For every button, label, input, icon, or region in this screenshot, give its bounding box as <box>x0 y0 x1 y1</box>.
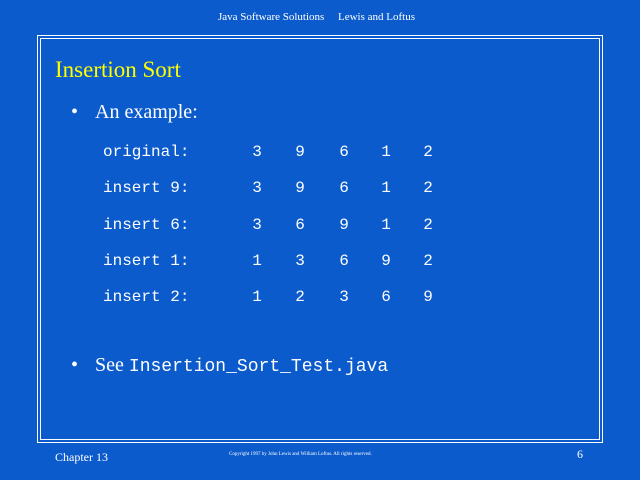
example-value: 6 <box>339 143 349 161</box>
slide-title: Insertion Sort <box>55 57 181 82</box>
bullet-item-example: • An example: <box>71 101 198 124</box>
example-row: insert 2: 1 2 3 6 9 <box>103 286 443 322</box>
chapter-label: Chapter 13 <box>55 450 108 464</box>
example-value: 9 <box>381 251 391 270</box>
source-file-name: Insertion_Sort_Test.java <box>128 357 389 377</box>
example-value: 6 <box>339 179 349 198</box>
example-row: insert 9: 3 9 6 1 2 <box>103 177 443 213</box>
example-value: 3 <box>252 143 262 161</box>
example-value: 2 <box>423 251 433 270</box>
example-row-label: insert 6: <box>103 215 190 234</box>
example-value: 1 <box>381 143 391 161</box>
bullet-symbol: • <box>71 354 79 376</box>
example-value: 3 <box>252 179 262 198</box>
example-value: 3 <box>295 251 305 270</box>
example-value: 3 <box>339 288 349 307</box>
bullet-prefix: See <box>95 354 129 376</box>
example-value: 1 <box>252 288 262 307</box>
example-value: 9 <box>295 179 305 198</box>
example-value: 9 <box>423 288 433 307</box>
example-value: 6 <box>295 215 305 234</box>
example-value: 1 <box>252 251 262 270</box>
book-title: Java Software Solutions <box>218 11 325 23</box>
slide-header: Java Software Solutions Lewis and Loftus <box>0 11 640 27</box>
example-row-label: insert 2: <box>103 288 190 307</box>
example-value: 2 <box>295 288 305 307</box>
example-value: 2 <box>423 143 433 161</box>
example-value: 6 <box>339 251 349 270</box>
example-row: insert 1: 1 3 6 9 2 <box>103 250 443 286</box>
example-value: 2 <box>423 215 433 234</box>
copyright-notice: Copyright 1997 by John Lewis and William… <box>229 452 372 457</box>
bullet-item-see-file: • See Insertion_Sort_Test.java <box>71 354 388 377</box>
bullet-symbol: • <box>71 101 79 123</box>
example-value: 2 <box>423 179 433 198</box>
example-row: insert 6: 3 6 9 1 2 <box>103 214 443 250</box>
insertion-example-table: original: 3 9 6 1 2 insert 9: 3 9 6 1 2 insert 6: 3 6 9… <box>103 141 443 322</box>
example-row-label: insert 1: <box>103 251 190 270</box>
example-row-label: original: <box>103 143 190 161</box>
example-value: 6 <box>381 288 391 307</box>
bullet-text: An example: <box>95 101 198 123</box>
example-row: original: 3 9 6 1 2 <box>103 141 443 177</box>
example-value: 3 <box>252 215 262 234</box>
example-value: 1 <box>381 179 391 198</box>
page-number: 6 <box>577 447 583 461</box>
example-row-label: insert 9: <box>103 179 190 198</box>
example-value: 9 <box>339 215 349 234</box>
example-value: 9 <box>295 143 305 161</box>
example-value: 1 <box>381 215 391 234</box>
book-authors: Lewis and Loftus <box>338 11 415 23</box>
